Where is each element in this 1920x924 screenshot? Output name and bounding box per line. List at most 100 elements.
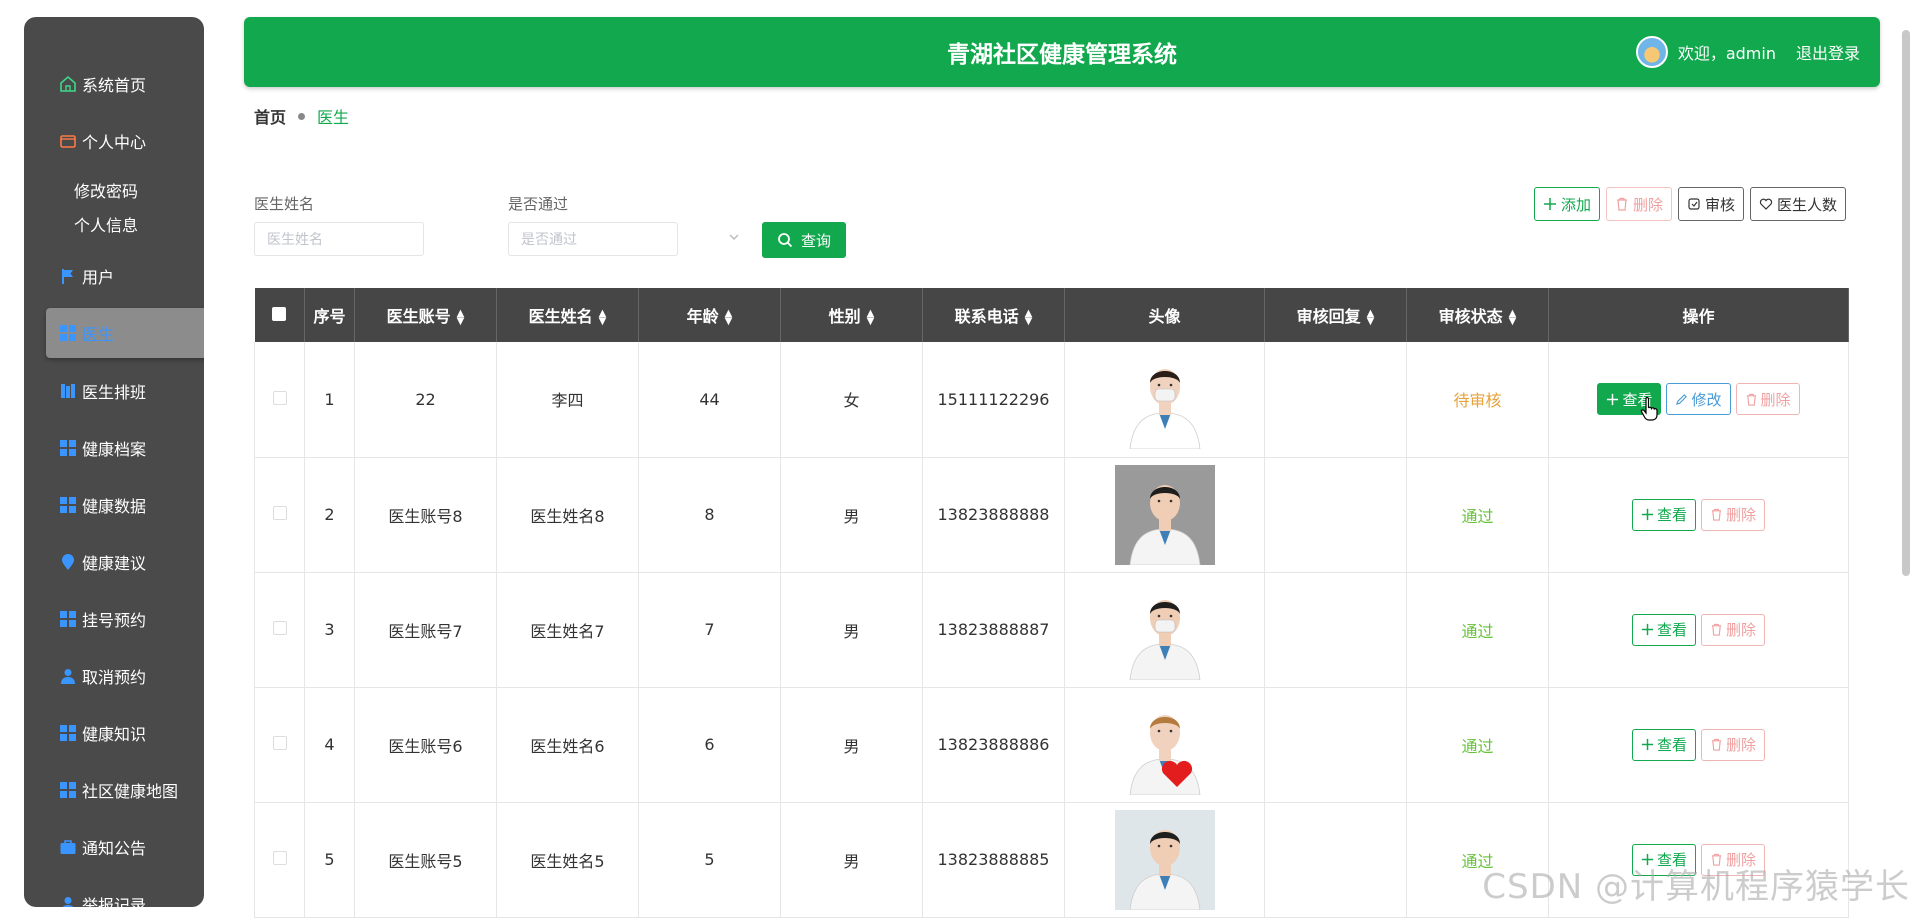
sidebar-subitem-1[interactable]: 个人信息 (24, 207, 204, 241)
status-badge: 待审核 (1406, 342, 1549, 458)
doctor-name-input[interactable] (254, 222, 424, 256)
row-checkbox[interactable] (272, 506, 287, 520)
cell-phone: 13823888888 (922, 457, 1065, 573)
select-all-header[interactable] (254, 288, 305, 342)
select-all-checkbox[interactable] (272, 306, 287, 321)
trash-icon (1711, 623, 1722, 636)
doctor-photo[interactable] (1065, 464, 1264, 565)
status-badge: 通过 (1406, 572, 1549, 688)
cell-account: 医生账号8 (354, 457, 497, 573)
avatar[interactable] (1635, 36, 1668, 68)
table-row[interactable]: 2 医生账号8 医生姓名8 8 男 13823888888 通过 查看 删除 (254, 457, 1849, 573)
cell-account: 医生账号6 (354, 687, 497, 803)
sidebar-item-3[interactable]: 医生 (46, 308, 204, 358)
grid-icon (58, 495, 78, 515)
sort-icon[interactable]: ▲ ▼ (457, 308, 465, 326)
column-header-1[interactable]: 医生账号 ▲ ▼ (354, 288, 497, 342)
cell-no: 5 (304, 802, 355, 918)
sort-icon[interactable]: ▲ ▼ (867, 308, 875, 326)
cell-operations: 查看 删除 (1548, 687, 1849, 803)
row-checkbox[interactable] (272, 621, 287, 635)
pass-status-select[interactable] (508, 222, 678, 256)
sort-icon[interactable]: ▲ ▼ (599, 308, 607, 326)
row-checkbox-cell[interactable] (254, 457, 305, 573)
plus-icon (1641, 623, 1654, 636)
welcome-text: 欢迎，admin (1677, 44, 1776, 63)
doctor-photo[interactable] (1065, 349, 1264, 450)
cell-name: 医生姓名8 (496, 457, 639, 573)
search-button[interactable]: 查询 (762, 222, 846, 258)
table-row[interactable]: 3 医生账号7 医生姓名7 7 男 13823888887 通过 查看 删除 (254, 572, 1849, 688)
column-header-label: 性别 (828, 307, 861, 326)
sidebar-item-1[interactable]: 个人中心 (24, 112, 204, 169)
chevron-down-icon[interactable] (728, 231, 740, 243)
hand-cursor-icon (1640, 396, 1658, 421)
cell-reply (1264, 802, 1407, 918)
plus-icon (1641, 508, 1654, 521)
row-checkbox-cell[interactable] (254, 572, 305, 688)
column-header-5[interactable]: 联系电话 ▲ ▼ (922, 288, 1065, 342)
app-title: 青湖社区健康管理系统 (947, 42, 1177, 68)
row-checkbox-cell[interactable] (254, 342, 305, 458)
row-checkbox-cell[interactable] (254, 687, 305, 803)
heart-icon (1759, 198, 1773, 210)
logout-link[interactable]: 退出登录 (1796, 40, 1860, 64)
sidebar-item-2[interactable]: 用户 (24, 247, 204, 304)
delete-button[interactable]: 删除 (1735, 383, 1800, 416)
sidebar-item-8[interactable]: 挂号预约 (24, 590, 204, 647)
grid-icon (58, 438, 78, 458)
view-button[interactable]: 查看 (1631, 613, 1696, 646)
column-header-7[interactable]: 审核回复 ▲ ▼ (1264, 288, 1407, 342)
sidebar-item-13[interactable]: 举报记录 (24, 875, 204, 907)
cell-no: 4 (304, 687, 355, 803)
doctor-photo[interactable] (1065, 694, 1264, 795)
row-checkbox[interactable] (272, 390, 287, 405)
sidebar-item-4[interactable]: 医生排班 (24, 362, 204, 419)
row-checkbox[interactable] (272, 736, 287, 750)
view-button[interactable]: 查看 (1631, 728, 1696, 761)
view-button[interactable]: 查看 (1631, 498, 1696, 531)
pass-status-label: 是否通过 (508, 195, 569, 213)
sidebar-subitem-0[interactable]: 修改密码 (24, 173, 204, 207)
sidebar-item-9[interactable]: 取消预约 (24, 647, 204, 704)
doctor-photo[interactable] (1065, 579, 1264, 680)
sort-icon[interactable]: ▲ ▼ (1509, 308, 1517, 326)
delete-button[interactable]: 删除 (1701, 613, 1766, 646)
row-checkbox[interactable] (272, 851, 287, 865)
table-row[interactable]: 1 22 李四 44 女 15111122296 待审核 查看 修改 删除 (254, 342, 1849, 458)
grid-icon (58, 723, 78, 743)
sidebar-item-10[interactable]: 健康知识 (24, 704, 204, 761)
sidebar-item-6[interactable]: 健康数据 (24, 476, 204, 533)
sidebar-item-label: 取消预约 (82, 667, 147, 687)
add-button[interactable]: 添加 (1533, 187, 1600, 221)
sidebar-item-11[interactable]: 社区健康地图 (24, 761, 204, 818)
column-header-3[interactable]: 年龄 ▲ ▼ (638, 288, 781, 342)
edit-icon (1676, 393, 1688, 405)
breadcrumb-home[interactable]: 首页 (254, 104, 286, 128)
table-row[interactable]: 4 医生账号6 医生姓名6 6 男 13823888886 通过 查看 删除 (254, 687, 1849, 803)
doctor-photo[interactable] (1065, 809, 1264, 910)
cell-phone: 13823888887 (922, 572, 1065, 688)
review-button[interactable]: 审核 (1677, 187, 1744, 221)
cell-age: 44 (638, 342, 781, 458)
edit-button[interactable]: 修改 (1666, 383, 1731, 416)
sidebar-item-label: 健康知识 (82, 724, 147, 744)
sidebar-item-5[interactable]: 健康档案 (24, 419, 204, 476)
column-header-label: 医生姓名 (528, 307, 593, 326)
column-header-2[interactable]: 医生姓名 ▲ ▼ (496, 288, 639, 342)
scrollbar[interactable] (1902, 30, 1910, 576)
batch-delete-button[interactable]: 删除 (1605, 187, 1672, 221)
sidebar-item-label: 挂号预约 (82, 610, 147, 630)
sort-icon[interactable]: ▲ ▼ (1367, 308, 1375, 326)
delete-button[interactable]: 删除 (1701, 728, 1766, 761)
column-header-4[interactable]: 性别 ▲ ▼ (780, 288, 923, 342)
row-checkbox-cell[interactable] (254, 802, 305, 918)
sidebar-item-0[interactable]: 系统首页 (24, 55, 204, 112)
sidebar-item-12[interactable]: 通知公告 (24, 818, 204, 875)
doctor-count-button[interactable]: 医生人数 (1749, 187, 1846, 221)
delete-button[interactable]: 删除 (1701, 498, 1766, 531)
sort-icon[interactable]: ▲ ▼ (1025, 308, 1033, 326)
column-header-8[interactable]: 审核状态 ▲ ▼ (1406, 288, 1549, 342)
sort-icon[interactable]: ▲ ▼ (725, 308, 733, 326)
sidebar-item-7[interactable]: 健康建议 (24, 533, 204, 590)
